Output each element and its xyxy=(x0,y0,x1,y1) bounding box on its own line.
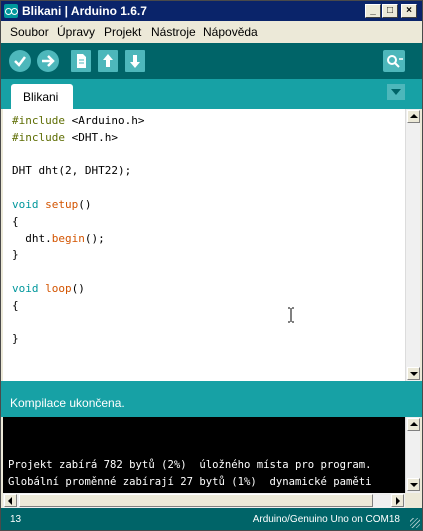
code-token: (); xyxy=(84,231,105,245)
code-token: void xyxy=(12,197,39,211)
code-token: DHT dht(2, DHT22); xyxy=(12,164,132,178)
code-text[interactable]: #include <Arduino.h> #include <DHT.h> DHT … xyxy=(12,113,144,348)
code-token: begin xyxy=(51,231,85,245)
close-button[interactable]: × xyxy=(401,4,417,18)
console-horizontal-scrollbar[interactable] xyxy=(3,493,405,508)
code-token: <DHT.h> xyxy=(71,130,118,144)
code-line[interactable]: { xyxy=(12,214,144,231)
code-line[interactable]: dht.begin(); xyxy=(12,231,144,248)
code-token: } xyxy=(12,332,19,346)
code-token: () xyxy=(71,281,85,295)
arduino-window: Blikani | Arduino 1.6.7 _ □ × Soubor Úpr… xyxy=(0,0,423,531)
menu-nastroje[interactable]: Nástroje xyxy=(151,25,196,39)
panel-divider[interactable] xyxy=(1,381,422,389)
console-output[interactable]: Projekt zabírá 782 bytů (2%) úložného mí… xyxy=(3,417,405,493)
menu-upravy[interactable]: Úpravy xyxy=(57,25,95,39)
title-bar[interactable]: Blikani | Arduino 1.6.7 _ □ × xyxy=(1,1,422,21)
code-line[interactable]: void loop() xyxy=(12,281,144,298)
code-token: void xyxy=(12,281,39,295)
console-scroll-down-arrow-icon[interactable] xyxy=(407,478,420,491)
window-title: Blikani | Arduino 1.6.7 xyxy=(22,4,147,18)
code-line[interactable]: } xyxy=(12,331,144,348)
serial-monitor-icon[interactable] xyxy=(383,50,405,72)
code-token: } xyxy=(12,248,19,262)
code-token: { xyxy=(12,214,19,228)
code-token: () xyxy=(78,197,92,211)
board-info: Arduino/Genuino Uno on COM18 xyxy=(252,514,400,525)
new-icon[interactable] xyxy=(71,50,91,72)
resize-grip-icon[interactable] xyxy=(410,518,420,528)
maximize-button[interactable]: □ xyxy=(382,4,398,18)
console-text: Projekt zabírá 782 bytů (2%) úložného mí… xyxy=(8,457,372,491)
arduino-logo-icon xyxy=(4,4,18,18)
menu-projekt[interactable]: Projekt xyxy=(104,25,141,39)
code-editor[interactable]: #include <Arduino.h> #include <DHT.h> DHT … xyxy=(3,109,405,381)
upload-icon[interactable] xyxy=(37,50,59,72)
menu-bar: Soubor Úpravy Projekt Nástroje Nápověda xyxy=(1,21,422,43)
tab-menu-chevron-down-icon[interactable] xyxy=(387,84,405,100)
menu-napoveda[interactable]: Nápověda xyxy=(203,25,258,39)
scroll-left-arrow-icon[interactable] xyxy=(4,494,17,507)
code-token: <Arduino.h> xyxy=(71,114,145,127)
code-token: { xyxy=(12,298,19,312)
scroll-right-arrow-icon[interactable] xyxy=(391,494,404,507)
horizontal-scroll-thumb[interactable] xyxy=(19,494,373,507)
code-token: #include xyxy=(12,114,72,127)
line-number: 13 xyxy=(10,514,22,525)
status-message: Kompilace ukončena. xyxy=(1,389,422,417)
code-line[interactable]: #include <Arduino.h> xyxy=(12,113,144,130)
code-token: dht. xyxy=(12,231,52,245)
console-line: Globální proměnné zabírají 27 bytů (1%) … xyxy=(8,476,372,488)
console-line: Projekt zabírá 782 bytů (2%) úložného mí… xyxy=(8,459,372,471)
editor-scrollbar[interactable] xyxy=(405,109,420,381)
scroll-down-arrow-icon[interactable] xyxy=(407,367,420,380)
menu-soubor[interactable]: Soubor xyxy=(10,25,49,39)
code-line[interactable]: DHT dht(2, DHT22); xyxy=(12,163,144,180)
minimize-button[interactable]: _ xyxy=(365,4,381,18)
code-token: setup xyxy=(45,197,79,211)
console-scroll-up-arrow-icon[interactable] xyxy=(407,418,420,431)
code-line[interactable]: { xyxy=(12,298,144,315)
code-line[interactable]: #include <DHT.h> xyxy=(12,130,144,147)
code-line[interactable] xyxy=(12,315,144,332)
code-line[interactable] xyxy=(12,180,144,197)
tab-blikani[interactable]: Blikani xyxy=(11,84,73,109)
code-token: #include xyxy=(12,130,72,144)
save-icon[interactable] xyxy=(125,50,145,72)
toolbar xyxy=(1,43,422,79)
status-footer: 13 Arduino/Genuino Uno on COM18 xyxy=(1,508,422,530)
open-icon[interactable] xyxy=(98,50,118,72)
text-cursor-icon xyxy=(288,307,294,323)
console-scrollbar[interactable] xyxy=(405,417,420,493)
code-line[interactable] xyxy=(12,264,144,281)
code-line[interactable] xyxy=(12,147,144,164)
verify-icon[interactable] xyxy=(9,50,31,72)
code-token: loop xyxy=(45,281,72,295)
code-line[interactable]: void setup() xyxy=(12,197,144,214)
tab-strip: Blikani xyxy=(1,79,422,109)
code-line[interactable]: } xyxy=(12,247,144,264)
scroll-up-arrow-icon[interactable] xyxy=(407,110,420,123)
